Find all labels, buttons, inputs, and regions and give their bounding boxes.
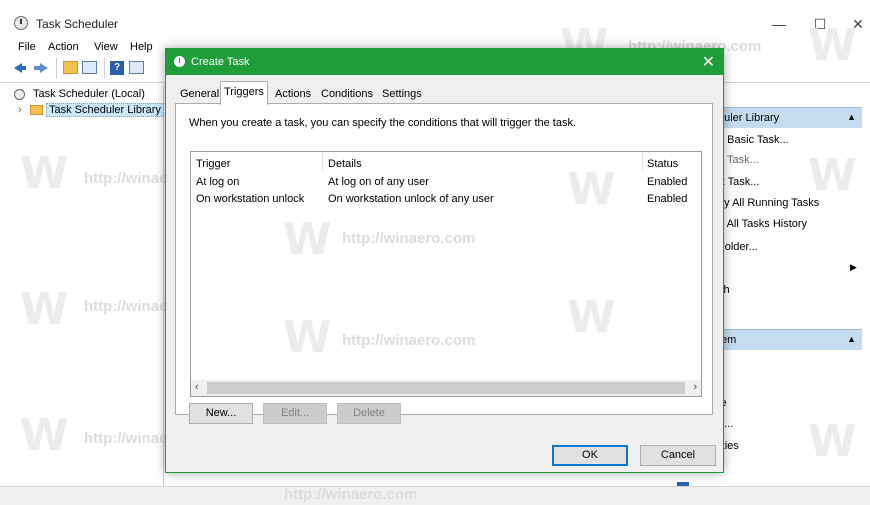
up-folder-icon[interactable] [63,61,78,74]
details-cell: At log on of any user [328,176,429,188]
triggers-intro-text: When you create a task, you can specify … [189,117,577,129]
toolbar-separator [56,58,57,78]
watermark-text: http://winaero.com [342,230,476,247]
column-separator[interactable] [322,152,323,172]
watermark-letter: W [283,312,332,363]
column-separator[interactable] [642,152,643,172]
action-enable-history[interactable]: e All Tasks History [718,218,807,230]
actions-section-library[interactable]: duler Library ▲ [712,107,862,128]
watermark-letter: W [567,164,616,215]
tab-settings[interactable]: Settings [379,85,425,103]
action-create-basic-task[interactable]: e Basic Task... [718,134,789,146]
create-task-dialog: Create Task ✕ General Triggers Actions C… [165,48,724,473]
watermark-letter: W [567,292,616,343]
clock-icon [14,89,25,100]
menu-help[interactable]: Help [130,41,153,53]
folder-icon [30,105,43,115]
tree-expander-icon[interactable]: › [18,104,22,116]
tree-item-library-label: Task Scheduler Library [46,103,164,117]
menu-file[interactable]: File [18,41,36,53]
details-cell: On workstation unlock of any user [328,193,494,205]
dialog-close-button[interactable]: ✕ [702,52,715,72]
main-title-bar: Task Scheduler — ☐ ✕ [0,0,870,38]
status-bar [0,486,870,505]
horizontal-scrollbar[interactable]: ‹ › [191,380,701,396]
menu-action[interactable]: Action [48,41,79,53]
maximize-button[interactable]: ☐ [800,12,840,36]
status-cell: Enabled [647,176,688,188]
action-import-task[interactable]: rt Task... [718,176,759,188]
triggers-list[interactable]: Trigger Details Status At log on At log … [190,151,702,397]
watermark-text: http://winaero.com [342,332,476,349]
show-hide-tree-icon[interactable] [82,61,97,74]
action-create-task[interactable]: e Task... [718,154,759,166]
status-cell: Enabled [647,193,688,205]
edit-trigger-button[interactable]: Edit... [263,403,327,424]
view-submenu-arrow-icon[interactable]: ▶ [850,262,857,273]
triggers-panel: When you create a task, you can specify … [175,103,713,424]
help-icon[interactable]: ? [110,61,124,75]
scrollbar-thumb[interactable] [207,382,685,394]
ok-button[interactable]: OK [552,445,628,466]
scroll-left-arrow-icon[interactable]: ‹ [195,381,199,393]
column-header-status[interactable]: Status [647,158,678,170]
new-trigger-button[interactable]: New... [189,403,253,424]
collapse-arrow-icon[interactable]: ▲ [847,112,856,122]
back-arrow-shaft [20,66,26,70]
forward-arrow-icon[interactable] [40,63,48,73]
actions-section-selected-item[interactable]: tem ▲ [712,329,862,350]
trigger-cell: At log on [196,176,240,188]
toolbar-separator-2 [104,58,105,78]
column-header-details[interactable]: Details [328,158,362,170]
console-tree [8,86,164,486]
dialog-clock-icon [174,56,185,67]
dialog-title: Create Task [191,56,250,68]
tab-actions[interactable]: Actions [272,85,314,103]
delete-trigger-button[interactable]: Delete [337,403,401,424]
properties-pane-icon[interactable] [129,61,144,74]
action-display-running-tasks[interactable]: ay All Running Tasks [718,197,819,209]
watermark-letter: W [283,214,332,265]
task-scheduler-icon [14,16,28,30]
window-title: Task Scheduler [36,17,119,31]
actions-section-library-label: duler Library [718,112,780,124]
tab-general[interactable]: General [177,85,222,103]
menu-view[interactable]: View [94,41,118,53]
cancel-button[interactable]: Cancel [640,445,716,466]
trigger-cell: On workstation unlock [196,193,305,205]
tab-triggers[interactable]: Triggers [220,81,268,105]
column-header-trigger[interactable]: Trigger [196,158,230,170]
close-button[interactable]: ✕ [838,12,870,36]
tab-conditions[interactable]: Conditions [318,85,376,103]
scroll-right-arrow-icon[interactable]: › [693,381,697,393]
minimize-button[interactable]: — [759,12,799,36]
collapse-arrow-icon[interactable]: ▲ [847,334,856,344]
tree-item-local-label: Task Scheduler (Local) [33,88,145,100]
dialog-title-bar[interactable]: Create Task ✕ [166,49,723,75]
